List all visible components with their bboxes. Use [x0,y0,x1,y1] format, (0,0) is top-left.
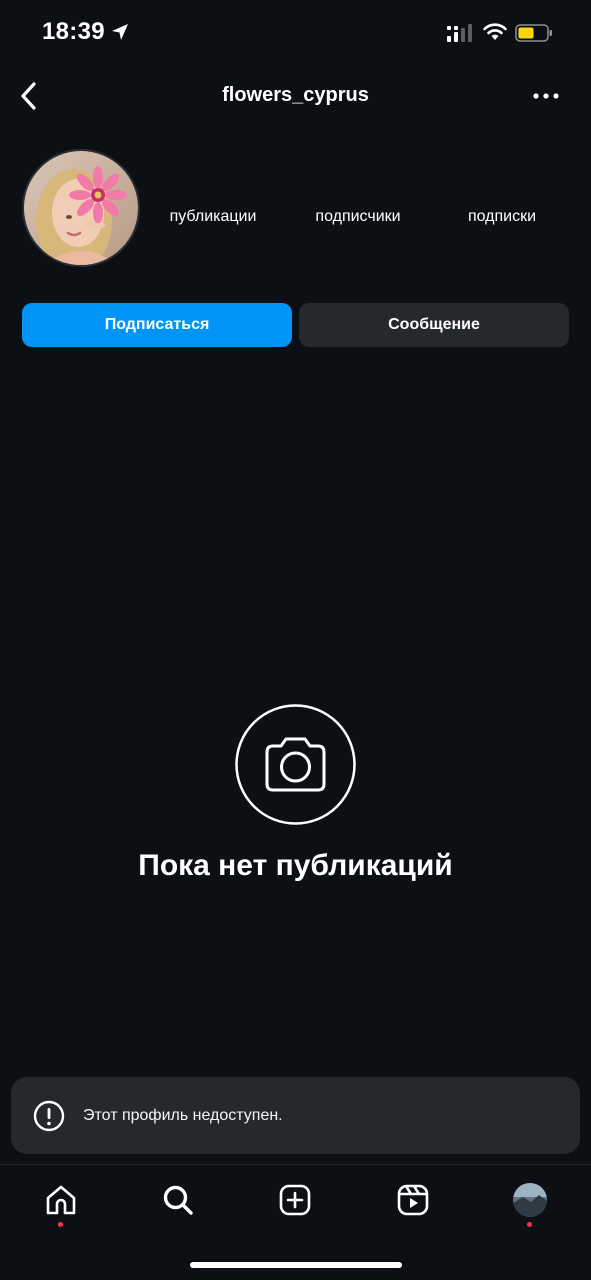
posts-stat-label: публикации [169,208,257,225]
bottom-nav-divider [0,1164,591,1165]
nav-home[interactable] [41,1180,81,1220]
message-button[interactable]: Сообщение [299,303,569,347]
followers-stat-label[interactable]: подписчики [300,208,416,226]
profile-username-title: flowers_cyprus [222,84,369,106]
nav-reels[interactable] [393,1180,433,1220]
nav-create[interactable] [275,1180,315,1220]
toast-message: Этот профиль недоступен. [83,1106,283,1124]
wifi-icon [483,23,507,40]
create-icon [279,1184,311,1216]
search-icon [163,1185,193,1215]
more-options-icon[interactable] [526,86,566,106]
profile-notification-dot [527,1222,532,1227]
profile-thumbnail [513,1183,547,1217]
home-icon [46,1185,76,1215]
battery-icon [515,24,552,42]
avatar-photo [24,151,138,265]
cellular-signal-icon [447,24,472,42]
profile-avatar[interactable] [22,149,140,267]
camera-icon [235,704,356,825]
home-notification-dot [58,1222,63,1227]
profile-unavailable-toast: Этот профиль недоступен. [11,1077,580,1154]
empty-state-title: Пока нет публикаций [138,849,453,882]
nav-profile[interactable] [510,1180,550,1220]
home-indicator [190,1262,402,1268]
nav-search[interactable] [158,1180,198,1220]
status-time: 18:39 [42,18,105,45]
location-arrow-icon [112,24,128,40]
nav-avatar [513,1183,547,1217]
alert-circle-icon [33,1100,65,1131]
follow-button[interactable]: Подписаться [22,303,292,347]
reels-icon [397,1184,429,1216]
following-stat-label[interactable]: подписки [444,208,560,226]
